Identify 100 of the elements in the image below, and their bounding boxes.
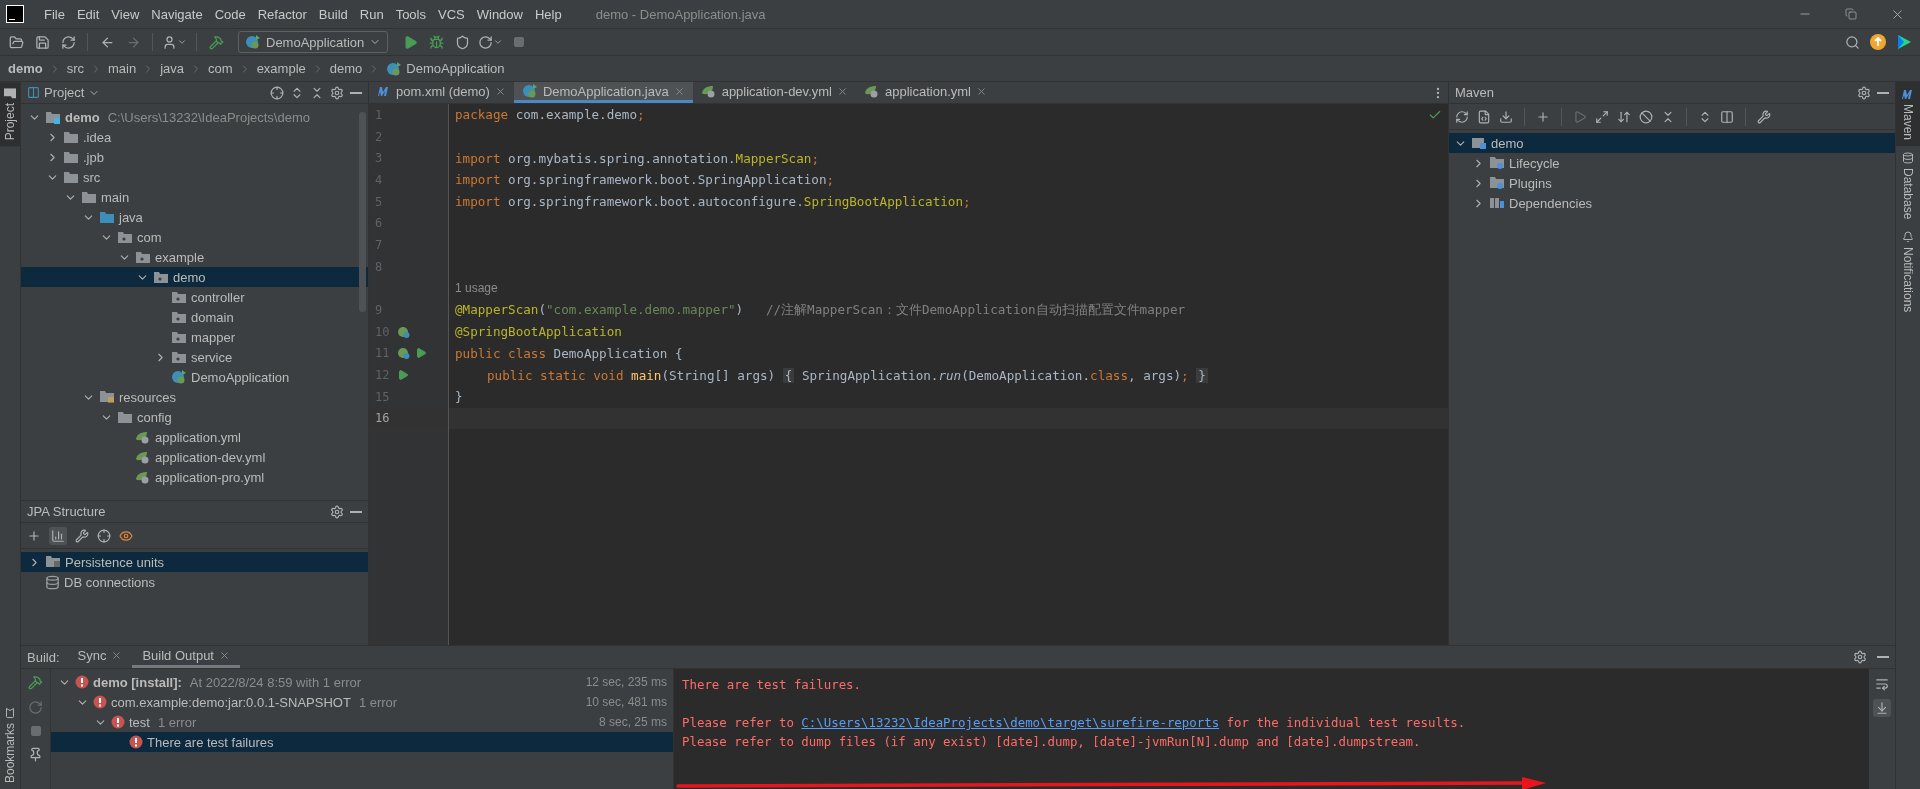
breadcrumb[interactable]: src bbox=[66, 61, 84, 76]
settings-icon bbox=[330, 85, 344, 100]
tree-row[interactable]: demo bbox=[21, 267, 368, 287]
usage-hint[interactable]: 1 usage bbox=[449, 281, 498, 296]
panel-title: Maven bbox=[1455, 85, 1495, 100]
scroll-to-end-button[interactable] bbox=[1873, 699, 1891, 717]
menu-item[interactable]: Window bbox=[470, 6, 529, 22]
package-folder-icon bbox=[135, 250, 151, 264]
run-configuration-dropdown[interactable]: DemoApplication bbox=[238, 31, 389, 53]
wrench-icon bbox=[1757, 109, 1771, 124]
app-logo bbox=[6, 5, 24, 23]
code-line: @MapperScan("com.example.demo.mapper") //注解MapperScan：文件DemoApplication自动扫描配置文件mapper bbox=[454, 301, 1186, 319]
build-tree-row[interactable]: demo [install]: At 2022/8/24 8:59 with 1 error 12 sec, 235 ms bbox=[51, 672, 673, 692]
run-icon[interactable] bbox=[397, 369, 409, 382]
tree-row[interactable]: controller bbox=[21, 287, 368, 307]
menu-item[interactable]: Tools bbox=[389, 6, 432, 22]
breadcrumb[interactable]: java bbox=[160, 61, 185, 76]
tool-window-tab[interactable]: Bookmarks bbox=[0, 700, 20, 789]
tree-row[interactable]: Dependencies bbox=[1449, 193, 1895, 213]
tree-row[interactable]: resources bbox=[21, 387, 368, 407]
tree-item-label: java bbox=[119, 209, 143, 225]
tree-row[interactable]: main bbox=[21, 187, 368, 207]
build-tree-row[interactable]: There are test failures bbox=[51, 732, 673, 752]
tool-tab[interactable]: Sync bbox=[67, 646, 133, 668]
close-icon bbox=[673, 85, 685, 97]
tree-row[interactable]: DemoApplication bbox=[21, 367, 368, 387]
tree-row[interactable]: Persistence units bbox=[21, 552, 368, 572]
tree-row[interactable]: mapper bbox=[21, 327, 368, 347]
tree-row[interactable]: Plugins bbox=[1449, 173, 1895, 193]
menu-item[interactable]: Help bbox=[528, 6, 568, 22]
database-icon bbox=[45, 574, 60, 590]
folder-icon bbox=[63, 170, 79, 184]
locate-icon bbox=[97, 528, 111, 543]
tree-row[interactable]: java bbox=[21, 207, 368, 227]
menu-item[interactable]: Build bbox=[312, 6, 354, 22]
menu-item[interactable]: Edit bbox=[70, 6, 106, 22]
update-button[interactable] bbox=[1868, 31, 1888, 53]
spring-bean-icon[interactable] bbox=[397, 324, 411, 339]
tree-row[interactable]: domain bbox=[21, 307, 368, 327]
build-tree-row[interactable]: com.example:demo:jar:0.0.1-SNAPSHOT 1 error 10 sec, 481 ms bbox=[51, 692, 673, 712]
scrollbar[interactable] bbox=[359, 112, 366, 312]
tree-row[interactable]: Lifecycle bbox=[1449, 153, 1895, 173]
panel-title[interactable]: Project bbox=[27, 85, 101, 100]
menu-item[interactable]: File bbox=[38, 6, 71, 22]
console-line: There are test failures. bbox=[682, 676, 863, 694]
source-folder-icon bbox=[99, 210, 115, 224]
toggle-button[interactable] bbox=[49, 526, 67, 545]
menu-item[interactable]: VCS bbox=[432, 6, 471, 22]
tree-row[interactable]: .jpb bbox=[21, 147, 368, 167]
add-icon bbox=[27, 528, 41, 543]
tree-row[interactable]: src bbox=[21, 167, 368, 187]
menu-item[interactable]: Run bbox=[353, 6, 390, 22]
folder-icon bbox=[63, 130, 79, 144]
duration-text: 8 sec, 25 ms bbox=[598, 715, 667, 729]
tree-row[interactable]: demo C:\Users\13232\IdeaProjects\demo bbox=[21, 107, 368, 127]
report-link[interactable]: C:\Users\13232\IdeaProjects\demo\target\surefire-reports bbox=[801, 715, 1220, 730]
menu-item[interactable]: Code bbox=[208, 6, 252, 22]
search-icon bbox=[1844, 34, 1860, 50]
tool-window-tab[interactable]: Maven bbox=[1896, 82, 1920, 147]
menu-item[interactable]: Navigate bbox=[145, 6, 209, 22]
breadcrumb[interactable]: demo bbox=[8, 61, 43, 76]
hide-icon[interactable] bbox=[350, 510, 362, 513]
editor-tab[interactable]: DemoApplication.java bbox=[513, 82, 693, 103]
tree-row[interactable]: com bbox=[21, 227, 368, 247]
forward-arrow-icon bbox=[125, 34, 141, 50]
tree-row[interactable]: example bbox=[21, 247, 368, 267]
spring-leaf-icon bbox=[700, 84, 717, 98]
tree-row[interactable]: application-pro.yml bbox=[21, 467, 368, 487]
menu-item[interactable]: Refactor bbox=[251, 6, 313, 22]
menu-item[interactable]: View bbox=[105, 6, 146, 22]
tree-row[interactable]: config bbox=[21, 407, 368, 427]
hide-icon[interactable] bbox=[1877, 91, 1889, 94]
tree-row[interactable]: application-dev.yml bbox=[21, 447, 368, 467]
editor-tab[interactable]: application.yml bbox=[855, 82, 995, 103]
tree-row[interactable]: application.yml bbox=[21, 427, 368, 447]
tree-row[interactable]: service bbox=[21, 347, 368, 367]
breadcrumb[interactable]: example bbox=[256, 61, 306, 76]
breadcrumb[interactable]: demo bbox=[329, 61, 363, 76]
editor-tab[interactable]: pom.xml (demo) bbox=[369, 82, 514, 103]
tool-window-tab[interactable]: Project bbox=[0, 82, 20, 147]
tool-window-tab[interactable]: Notifications bbox=[1896, 225, 1920, 319]
update-icon bbox=[1870, 34, 1886, 50]
spring-bean-icon[interactable] bbox=[397, 346, 411, 361]
tree-item-label: domain bbox=[191, 309, 234, 325]
package-folder-icon bbox=[171, 310, 187, 324]
breadcrumb[interactable]: main bbox=[108, 61, 137, 76]
tool-window-tab[interactable]: Database bbox=[1896, 146, 1920, 226]
tree-row[interactable]: DB connections bbox=[21, 572, 368, 592]
editor-tab[interactable]: application-dev.yml bbox=[692, 82, 856, 103]
breadcrumb[interactable]: com bbox=[208, 61, 233, 76]
tree-item-label: service bbox=[191, 349, 233, 365]
hide-icon[interactable] bbox=[350, 91, 362, 94]
locate-icon bbox=[270, 85, 284, 100]
tree-row[interactable]: .idea bbox=[21, 127, 368, 147]
build-tree-row[interactable]: test 1 error 8 sec, 25 ms bbox=[51, 712, 673, 732]
breadcrumb[interactable]: DemoApplication bbox=[386, 60, 505, 77]
error-icon bbox=[93, 695, 107, 709]
run-icon[interactable] bbox=[415, 347, 427, 360]
project-path: C:\Users\13232\IdeaProjects\demo bbox=[107, 109, 310, 125]
tree-row[interactable]: demo bbox=[1449, 133, 1895, 153]
